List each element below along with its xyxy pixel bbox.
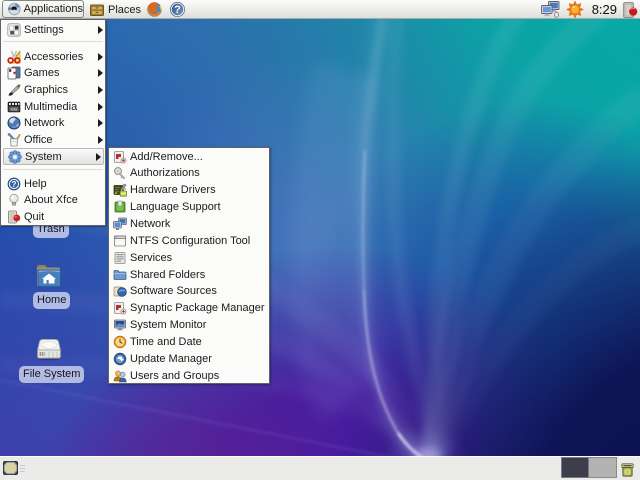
svg-text:?: ?: [174, 4, 181, 16]
svg-text:?: ?: [12, 180, 17, 189]
svg-text:hda: hda: [11, 107, 17, 111]
